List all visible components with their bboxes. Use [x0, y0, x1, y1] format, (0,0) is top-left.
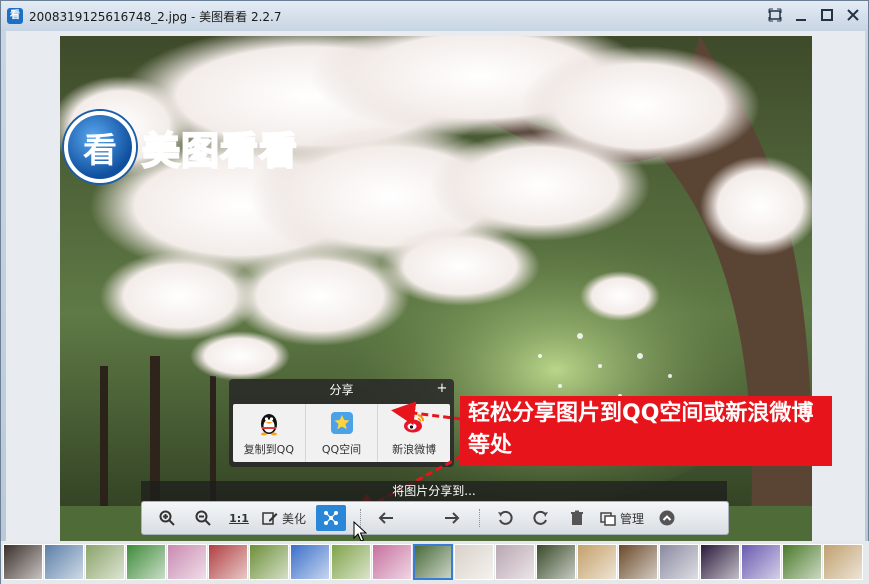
toolbar-divider: [479, 509, 481, 527]
beautify-button[interactable]: 美化: [262, 505, 306, 531]
fullscreen-icon: [768, 8, 782, 22]
plus-icon[interactable]: +: [436, 382, 448, 395]
previous-image-button[interactable]: [373, 505, 399, 531]
share-panel: 分享 + 复制到QQ QQ空间 新浪微博: [229, 379, 454, 467]
thumbnail-item[interactable]: [126, 544, 166, 580]
actual-size-button[interactable]: 1:1: [226, 505, 252, 531]
minimize-icon: [796, 19, 806, 21]
share-weibo-label: 新浪微博: [392, 442, 437, 456]
actual-size-label: 1:1: [229, 511, 249, 525]
thumbnail-item[interactable]: [782, 544, 822, 580]
share-network-icon: [324, 511, 339, 525]
folder-icon: [600, 512, 616, 526]
bottom-toolbar: 1:1 美化 管理: [141, 501, 729, 535]
thumbnail-item[interactable]: [495, 544, 535, 580]
thumbnail-item[interactable]: [577, 544, 617, 580]
title-bar[interactable]: 看 2008319125616748_2.jpg - 美图看看 2.2.7: [1, 1, 868, 31]
rotate-right-icon: [533, 510, 549, 525]
beautify-label: 美化: [282, 511, 307, 526]
delete-button[interactable]: [564, 505, 590, 531]
zoom-in-icon: [159, 510, 175, 526]
share-copy-to-qq-label: 复制到QQ: [243, 442, 294, 456]
share-panel-header: 分享 +: [229, 379, 454, 401]
trash-icon: [571, 510, 584, 525]
chevron-up-icon: [659, 510, 675, 526]
app-icon: 看: [7, 8, 23, 24]
window-controls: [764, 5, 864, 25]
arrow-right-icon: [445, 512, 460, 524]
thumbnail-item[interactable]: [372, 544, 412, 580]
maximize-button[interactable]: [816, 5, 838, 25]
window-title: 2008319125616748_2.jpg - 美图看看 2.2.7: [29, 9, 282, 24]
next-image-button[interactable]: [439, 505, 465, 531]
share-qzone-label: QQ空间: [321, 442, 362, 456]
manage-label: 管理: [620, 511, 645, 526]
thumbnail-item[interactable]: [3, 544, 43, 580]
logo-badge: 看: [64, 111, 136, 183]
logo-text: 美图看看: [141, 128, 299, 174]
manage-button[interactable]: 管理: [600, 505, 644, 531]
zoom-out-button[interactable]: [190, 505, 216, 531]
thumbnail-item[interactable]: [167, 544, 207, 580]
thumbnail-item[interactable]: [618, 544, 658, 580]
mouse-cursor-icon: [353, 521, 367, 542]
thumbnail-item[interactable]: [85, 544, 125, 580]
thumbnail-item[interactable]: [331, 544, 371, 580]
thumbnail-item[interactable]: [659, 544, 699, 580]
collapse-button[interactable]: [654, 505, 680, 531]
rotate-right-button[interactable]: [528, 505, 554, 531]
fullscreen-button[interactable]: [764, 5, 786, 25]
maximize-icon: [821, 9, 833, 21]
close-icon: [847, 9, 859, 21]
share-hint-bar: 将图片分享到...: [141, 481, 727, 501]
thumbnail-item[interactable]: [741, 544, 781, 580]
thumbnail-item[interactable]: [249, 544, 289, 580]
weibo-icon: [404, 413, 425, 432]
rotate-left-button[interactable]: [492, 505, 518, 531]
arrow-left-icon: [378, 512, 394, 524]
thumbnail-filmstrip[interactable]: [1, 541, 869, 584]
meitu-logo: 看 美图看看: [64, 111, 298, 183]
thumbnail-item[interactable]: [290, 544, 330, 580]
tip-callout: 轻松分享图片到QQ空间或新浪微博等处: [460, 396, 832, 466]
share-qzone-button[interactable]: QQ空间: [306, 404, 379, 462]
share-weibo-button[interactable]: 新浪微博: [378, 404, 450, 462]
share-options: 复制到QQ QQ空间 新浪微博: [233, 404, 450, 462]
rotate-left-icon: [498, 510, 513, 525]
thumbnail-item[interactable]: [208, 544, 248, 580]
thumbnail-item[interactable]: [823, 544, 863, 580]
qzone-star-icon: [330, 411, 353, 434]
close-button[interactable]: [842, 5, 864, 25]
edit-pen-icon: [262, 512, 278, 525]
share-copy-to-qq-button[interactable]: 复制到QQ: [233, 404, 306, 462]
thumbnail-item[interactable]: [700, 544, 740, 580]
share-button[interactable]: [316, 505, 347, 531]
zoom-in-button[interactable]: [154, 505, 180, 531]
zoom-out-icon: [195, 510, 211, 526]
share-panel-title: 分享: [329, 383, 354, 397]
minimize-button[interactable]: [790, 5, 812, 25]
app-window: 看 2008319125616748_2.jpg - 美图看看 2.2.7 看 …: [0, 0, 869, 584]
thumbnail-item[interactable]: [44, 544, 84, 580]
thumbnail-item[interactable]: [536, 544, 576, 580]
qq-penguin-icon: [260, 413, 277, 435]
thumbnail-item[interactable]: [413, 544, 453, 580]
thumbnail-item[interactable]: [454, 544, 494, 580]
